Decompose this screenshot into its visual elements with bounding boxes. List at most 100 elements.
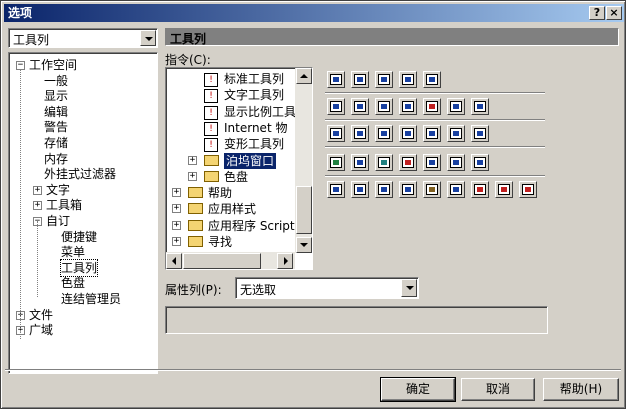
scroll-left-button[interactable]: [166, 253, 182, 269]
command-item[interactable]: 帮助: [208, 185, 232, 201]
toolbar-button-icon[interactable]: [495, 181, 513, 198]
toolbar-icon: !: [204, 121, 218, 136]
tree-item[interactable]: 连结管理员: [61, 291, 121, 307]
toolbar-button-icon[interactable]: [471, 154, 489, 171]
tree-item[interactable]: 内存: [44, 151, 68, 167]
expand-icon[interactable]: +: [33, 201, 42, 211]
toolbar-button-icon[interactable]: [423, 181, 441, 198]
toolbar-button-icon[interactable]: [375, 154, 393, 171]
toolbar-button-icon[interactable]: [351, 181, 369, 198]
tree-item[interactable]: 编辑: [44, 104, 68, 120]
toolbar-button-icon[interactable]: [471, 98, 489, 115]
tree-item[interactable]: 文字: [46, 182, 70, 198]
scroll-thumb[interactable]: [183, 253, 261, 269]
toolbar-button-icon[interactable]: [327, 154, 345, 171]
command-item[interactable]: 文字工具列: [224, 87, 284, 103]
ok-button[interactable]: 确定: [380, 377, 456, 402]
options-tree[interactable]: − 工作空间 一般 显示 编辑 警告 存储 内存 外挂式过滤器 + 文字 + 工具箱 − 自订 便捷键 菜单 工具…: [8, 52, 158, 374]
toolbar-button-icon[interactable]: [399, 154, 417, 171]
toolbar-button-icon[interactable]: [375, 98, 393, 115]
toolbar-button-icon[interactable]: [351, 71, 369, 88]
toolbar-button-icon[interactable]: [399, 98, 417, 115]
tree-item[interactable]: 工具箱: [46, 197, 82, 213]
command-item[interactable]: 应用样式: [208, 201, 256, 217]
scroll-thumb[interactable]: [296, 186, 312, 234]
toolbar-button-icon[interactable]: [327, 71, 345, 88]
command-item[interactable]: 泊坞窗口: [224, 152, 277, 169]
toolbar-button-icon[interactable]: [399, 125, 417, 142]
tree-item[interactable]: 外挂式过滤器: [44, 166, 116, 182]
command-item[interactable]: 显示比例工具: [224, 104, 296, 120]
tree-item[interactable]: 工具列: [59, 258, 99, 277]
toolbar-button-icon[interactable]: [447, 181, 465, 198]
toolbar-button-icon[interactable]: [471, 181, 489, 198]
icon-row-divider: [325, 119, 545, 121]
command-item[interactable]: 标准工具列: [224, 71, 284, 87]
help-title-button[interactable]: ?: [589, 6, 605, 20]
tree-item[interactable]: 显示: [44, 88, 68, 104]
tree-item[interactable]: 工作空间: [29, 57, 77, 73]
expand-icon[interactable]: +: [188, 171, 197, 181]
scroll-down-button[interactable]: [296, 237, 312, 253]
toolbar-button-icon[interactable]: [447, 98, 465, 115]
folder-icon: [188, 219, 203, 231]
expand-icon[interactable]: +: [172, 237, 181, 246]
toolbar-button-icon[interactable]: [375, 181, 393, 198]
folder-icon: [188, 236, 203, 247]
toolbar-button-icon[interactable]: [375, 125, 393, 142]
tree-item[interactable]: 广域: [29, 322, 53, 338]
folder-icon: [188, 187, 203, 199]
tree-item[interactable]: 警告: [44, 119, 68, 135]
category-select[interactable]: 工具列: [8, 28, 158, 48]
commands-tree[interactable]: ! 标准工具列! 文字工具列! 显示比例工具! Internet 物! 变形工具列 + 泊坞窗…: [165, 67, 313, 270]
toolbar-icon: !: [204, 105, 218, 120]
tree-item[interactable]: 菜单: [61, 244, 85, 260]
toolbar-button-icon[interactable]: [351, 125, 369, 142]
toolbar-button-icon[interactable]: [399, 71, 417, 88]
close-button[interactable]: ×: [606, 6, 622, 20]
toolbar-button-icon[interactable]: [327, 125, 345, 142]
expand-icon[interactable]: +: [172, 220, 181, 230]
expand-icon[interactable]: +: [188, 155, 197, 165]
toolbar-button-icon[interactable]: [423, 98, 441, 115]
toolbar-button-icon[interactable]: [327, 98, 345, 115]
folder-icon: [188, 203, 203, 215]
chevron-down-icon[interactable]: [401, 279, 417, 297]
scroll-up-button[interactable]: [296, 68, 312, 84]
expand-icon[interactable]: +: [172, 188, 181, 198]
toolbar-button-icon[interactable]: [327, 181, 345, 198]
tree-item[interactable]: 存储: [44, 135, 68, 151]
toolbar-button-icon[interactable]: [351, 154, 369, 171]
toolbar-button-icon[interactable]: [471, 125, 489, 142]
tree-item[interactable]: 自订: [46, 213, 70, 229]
toolbar-button-icon[interactable]: [447, 125, 465, 142]
tree-item[interactable]: 色盘: [61, 275, 85, 291]
toolbar-button-icon[interactable]: [351, 98, 369, 115]
tree-item[interactable]: 便捷键: [61, 229, 97, 245]
tree-item[interactable]: 一般: [44, 73, 68, 89]
toolbar-button-icon[interactable]: [447, 154, 465, 171]
command-item[interactable]: 色盘: [224, 169, 248, 185]
toolbar-button-icon[interactable]: [519, 181, 537, 198]
toolbar-button-icon[interactable]: [375, 71, 393, 88]
tree-item[interactable]: 文件: [29, 307, 53, 323]
toolbar-button-icon[interactable]: [423, 125, 441, 142]
options-dialog: 选项 ? × 工具列 − 工作空间 一般 显示 编辑 警告 存储 内存 外挂式过滤器 + 文字 + 工具…: [0, 0, 626, 409]
properties-select[interactable]: 无选取: [235, 277, 419, 299]
help-button[interactable]: 帮助(H): [543, 378, 619, 401]
expand-icon[interactable]: +: [33, 185, 42, 195]
toolbar-button-icon[interactable]: [423, 154, 441, 171]
command-item[interactable]: 寻找: [208, 234, 232, 250]
toolbar-button-icon[interactable]: [399, 181, 417, 198]
expand-icon[interactable]: +: [172, 204, 181, 214]
toolbar-button-icon[interactable]: [423, 71, 441, 88]
icon-row-divider: [325, 92, 545, 94]
chevron-down-icon[interactable]: [140, 30, 156, 46]
command-item[interactable]: 变形工具列: [224, 136, 284, 152]
scroll-right-button[interactable]: [277, 253, 293, 269]
command-item[interactable]: Internet 物: [224, 120, 287, 136]
command-item[interactable]: 应用程序 Script: [208, 218, 295, 234]
commands-label: 指令(C):: [165, 53, 211, 67]
cancel-button[interactable]: 取消: [461, 378, 535, 401]
properties-label: 属性列(P):: [165, 283, 222, 297]
